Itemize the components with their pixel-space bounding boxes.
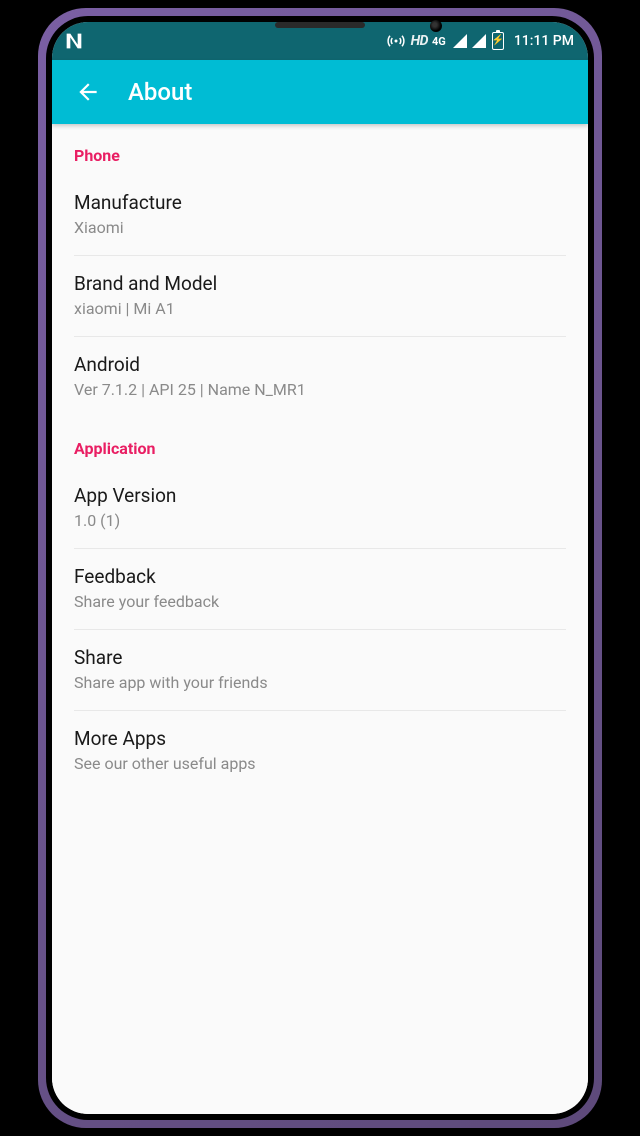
arrow-back-icon xyxy=(75,79,101,105)
item-sub: Share app with your friends xyxy=(74,673,566,692)
phone-camera xyxy=(430,20,442,32)
signal-icons xyxy=(452,34,486,48)
clock: 11:11 PM xyxy=(514,33,574,49)
item-title: App Version xyxy=(74,484,566,507)
item-sub: 1.0 (1) xyxy=(74,511,566,530)
phone-speaker xyxy=(275,22,365,28)
item-title: Manufacture xyxy=(74,191,566,214)
item-title: Share xyxy=(74,646,566,669)
phone-frame: HD 4G ⚡ 11:11 PM About Phone xyxy=(38,8,602,1128)
signal-icon xyxy=(472,34,486,48)
item-title: Feedback xyxy=(74,565,566,588)
item-feedback[interactable]: Feedback Share your feedback xyxy=(74,549,566,630)
android-n-icon xyxy=(60,27,88,55)
section-header-application: Application xyxy=(52,417,588,468)
item-sub: xiaomi | Mi A1 xyxy=(74,299,566,318)
item-sub: Xiaomi xyxy=(74,218,566,237)
signal-icon xyxy=(453,34,467,48)
item-sub: Ver 7.1.2 | API 25 | Name N_MR1 xyxy=(74,380,566,399)
item-title: More Apps xyxy=(74,727,566,750)
hotspot-icon xyxy=(387,32,405,50)
screen: HD 4G ⚡ 11:11 PM About Phone xyxy=(52,22,588,1114)
item-brand-model[interactable]: Brand and Model xiaomi | Mi A1 xyxy=(74,256,566,337)
item-sub: See our other useful apps xyxy=(74,754,566,773)
item-share[interactable]: Share Share app with your friends xyxy=(74,630,566,711)
item-title: Android xyxy=(74,353,566,376)
item-more-apps[interactable]: More Apps See our other useful apps xyxy=(52,711,588,791)
content-scroll[interactable]: Phone Manufacture Xiaomi Brand and Model… xyxy=(52,124,588,1114)
app-bar: About xyxy=(52,60,588,124)
item-app-version[interactable]: App Version 1.0 (1) xyxy=(74,468,566,549)
page-title: About xyxy=(128,78,192,106)
battery-icon: ⚡ xyxy=(492,32,504,50)
back-button[interactable] xyxy=(66,70,110,114)
item-sub: Share your feedback xyxy=(74,592,566,611)
phone-bezel: HD 4G ⚡ 11:11 PM About Phone xyxy=(46,16,594,1120)
item-title: Brand and Model xyxy=(74,272,566,295)
hd-indicator: HD xyxy=(411,33,428,49)
section-header-phone: Phone xyxy=(52,124,588,175)
network-type: 4G xyxy=(432,35,446,48)
item-manufacture[interactable]: Manufacture Xiaomi xyxy=(74,175,566,256)
item-android[interactable]: Android Ver 7.1.2 | API 25 | Name N_MR1 xyxy=(52,337,588,417)
